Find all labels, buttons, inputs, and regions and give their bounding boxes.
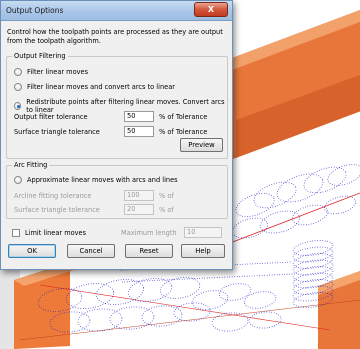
arc-surface-triangle-tolerance-row: Surface triangle tolerance 20 % of — [14, 204, 174, 215]
arcline-fitting-tolerance-row: Arcline fitting tolerance 100 % of — [14, 190, 174, 201]
output-filter-tolerance-row: Output filter tolerance 50 % of Toleranc… — [14, 111, 207, 122]
radio-button[interactable] — [14, 176, 22, 184]
limit-linear-moves-label: Limit linear moves — [25, 228, 87, 237]
dialog-description: Control how the toolpath points are proc… — [7, 28, 223, 45]
dialog-titlebar[interactable]: Output Options X — [1, 1, 232, 21]
help-button[interactable]: Help — [181, 244, 225, 258]
close-button[interactable]: X — [194, 2, 228, 17]
arcline-fitting-tolerance-unit: % of — [159, 191, 174, 200]
output-filter-tolerance-input[interactable]: 50 — [124, 111, 154, 122]
radio-label: Filter linear moves — [27, 68, 89, 76]
output-filtering-title: Output Filtering — [12, 52, 68, 61]
surface-triangle-tolerance-label: Surface triangle tolerance — [14, 127, 100, 136]
arc-surface-triangle-tolerance-label: Surface triangle tolerance — [14, 205, 100, 214]
ok-button[interactable]: OK — [8, 244, 56, 258]
surface-triangle-tolerance-row: Surface triangle tolerance 50 % of Toler… — [14, 126, 207, 137]
radio-button[interactable] — [14, 83, 22, 91]
arc-fitting-group: Arc Fitting Approximate linear moves wit… — [6, 161, 228, 219]
radio-approximate-linear-moves[interactable]: Approximate linear moves with arcs and l… — [14, 176, 178, 184]
radio-filter-and-convert-arcs[interactable]: Filter linear moves and convert arcs to … — [14, 83, 175, 91]
output-filtering-group: Output Filtering Filter linear moves Fil… — [6, 52, 228, 159]
limit-linear-moves-checkbox[interactable] — [12, 228, 20, 237]
radio-button[interactable] — [14, 68, 22, 76]
output-filter-tolerance-label: Output filter tolerance — [14, 112, 88, 121]
arcline-fitting-tolerance-input[interactable]: 100 — [124, 190, 154, 201]
arc-fitting-title: Arc Fitting — [12, 161, 50, 170]
output-options-dialog: Output Options X Control how the toolpat… — [0, 0, 233, 270]
arc-surface-triangle-tolerance-input[interactable]: 20 — [124, 204, 154, 215]
surface-triangle-tolerance-unit: % of Tolerance — [159, 127, 208, 136]
dialog-title: Output Options — [6, 6, 64, 15]
radio-filter-linear-moves[interactable]: Filter linear moves — [14, 68, 88, 76]
arcline-fitting-tolerance-label: Arcline fitting tolerance — [14, 191, 92, 200]
close-icon: X — [207, 5, 215, 14]
cancel-button[interactable]: Cancel — [67, 244, 115, 258]
radio-button-selected[interactable] — [14, 102, 22, 110]
output-filter-tolerance-unit: % of Tolerance — [159, 112, 208, 121]
reset-button[interactable]: Reset — [125, 244, 173, 258]
arc-surface-triangle-tolerance-unit: % of — [159, 205, 174, 214]
maximum-length-label: Maximum length — [121, 228, 177, 237]
radio-label: Approximate linear moves with arcs and l… — [27, 176, 178, 184]
preview-button[interactable]: Preview — [180, 138, 223, 152]
maximum-length-input[interactable]: 10 — [184, 227, 222, 238]
surface-triangle-tolerance-input[interactable]: 50 — [124, 126, 154, 137]
dialog-body: Control how the toolpath points are proc… — [3, 21, 230, 267]
radio-label: Filter linear moves and convert arcs to … — [27, 83, 175, 91]
limit-linear-moves-row: Limit linear moves Maximum length 10 — [12, 227, 222, 238]
